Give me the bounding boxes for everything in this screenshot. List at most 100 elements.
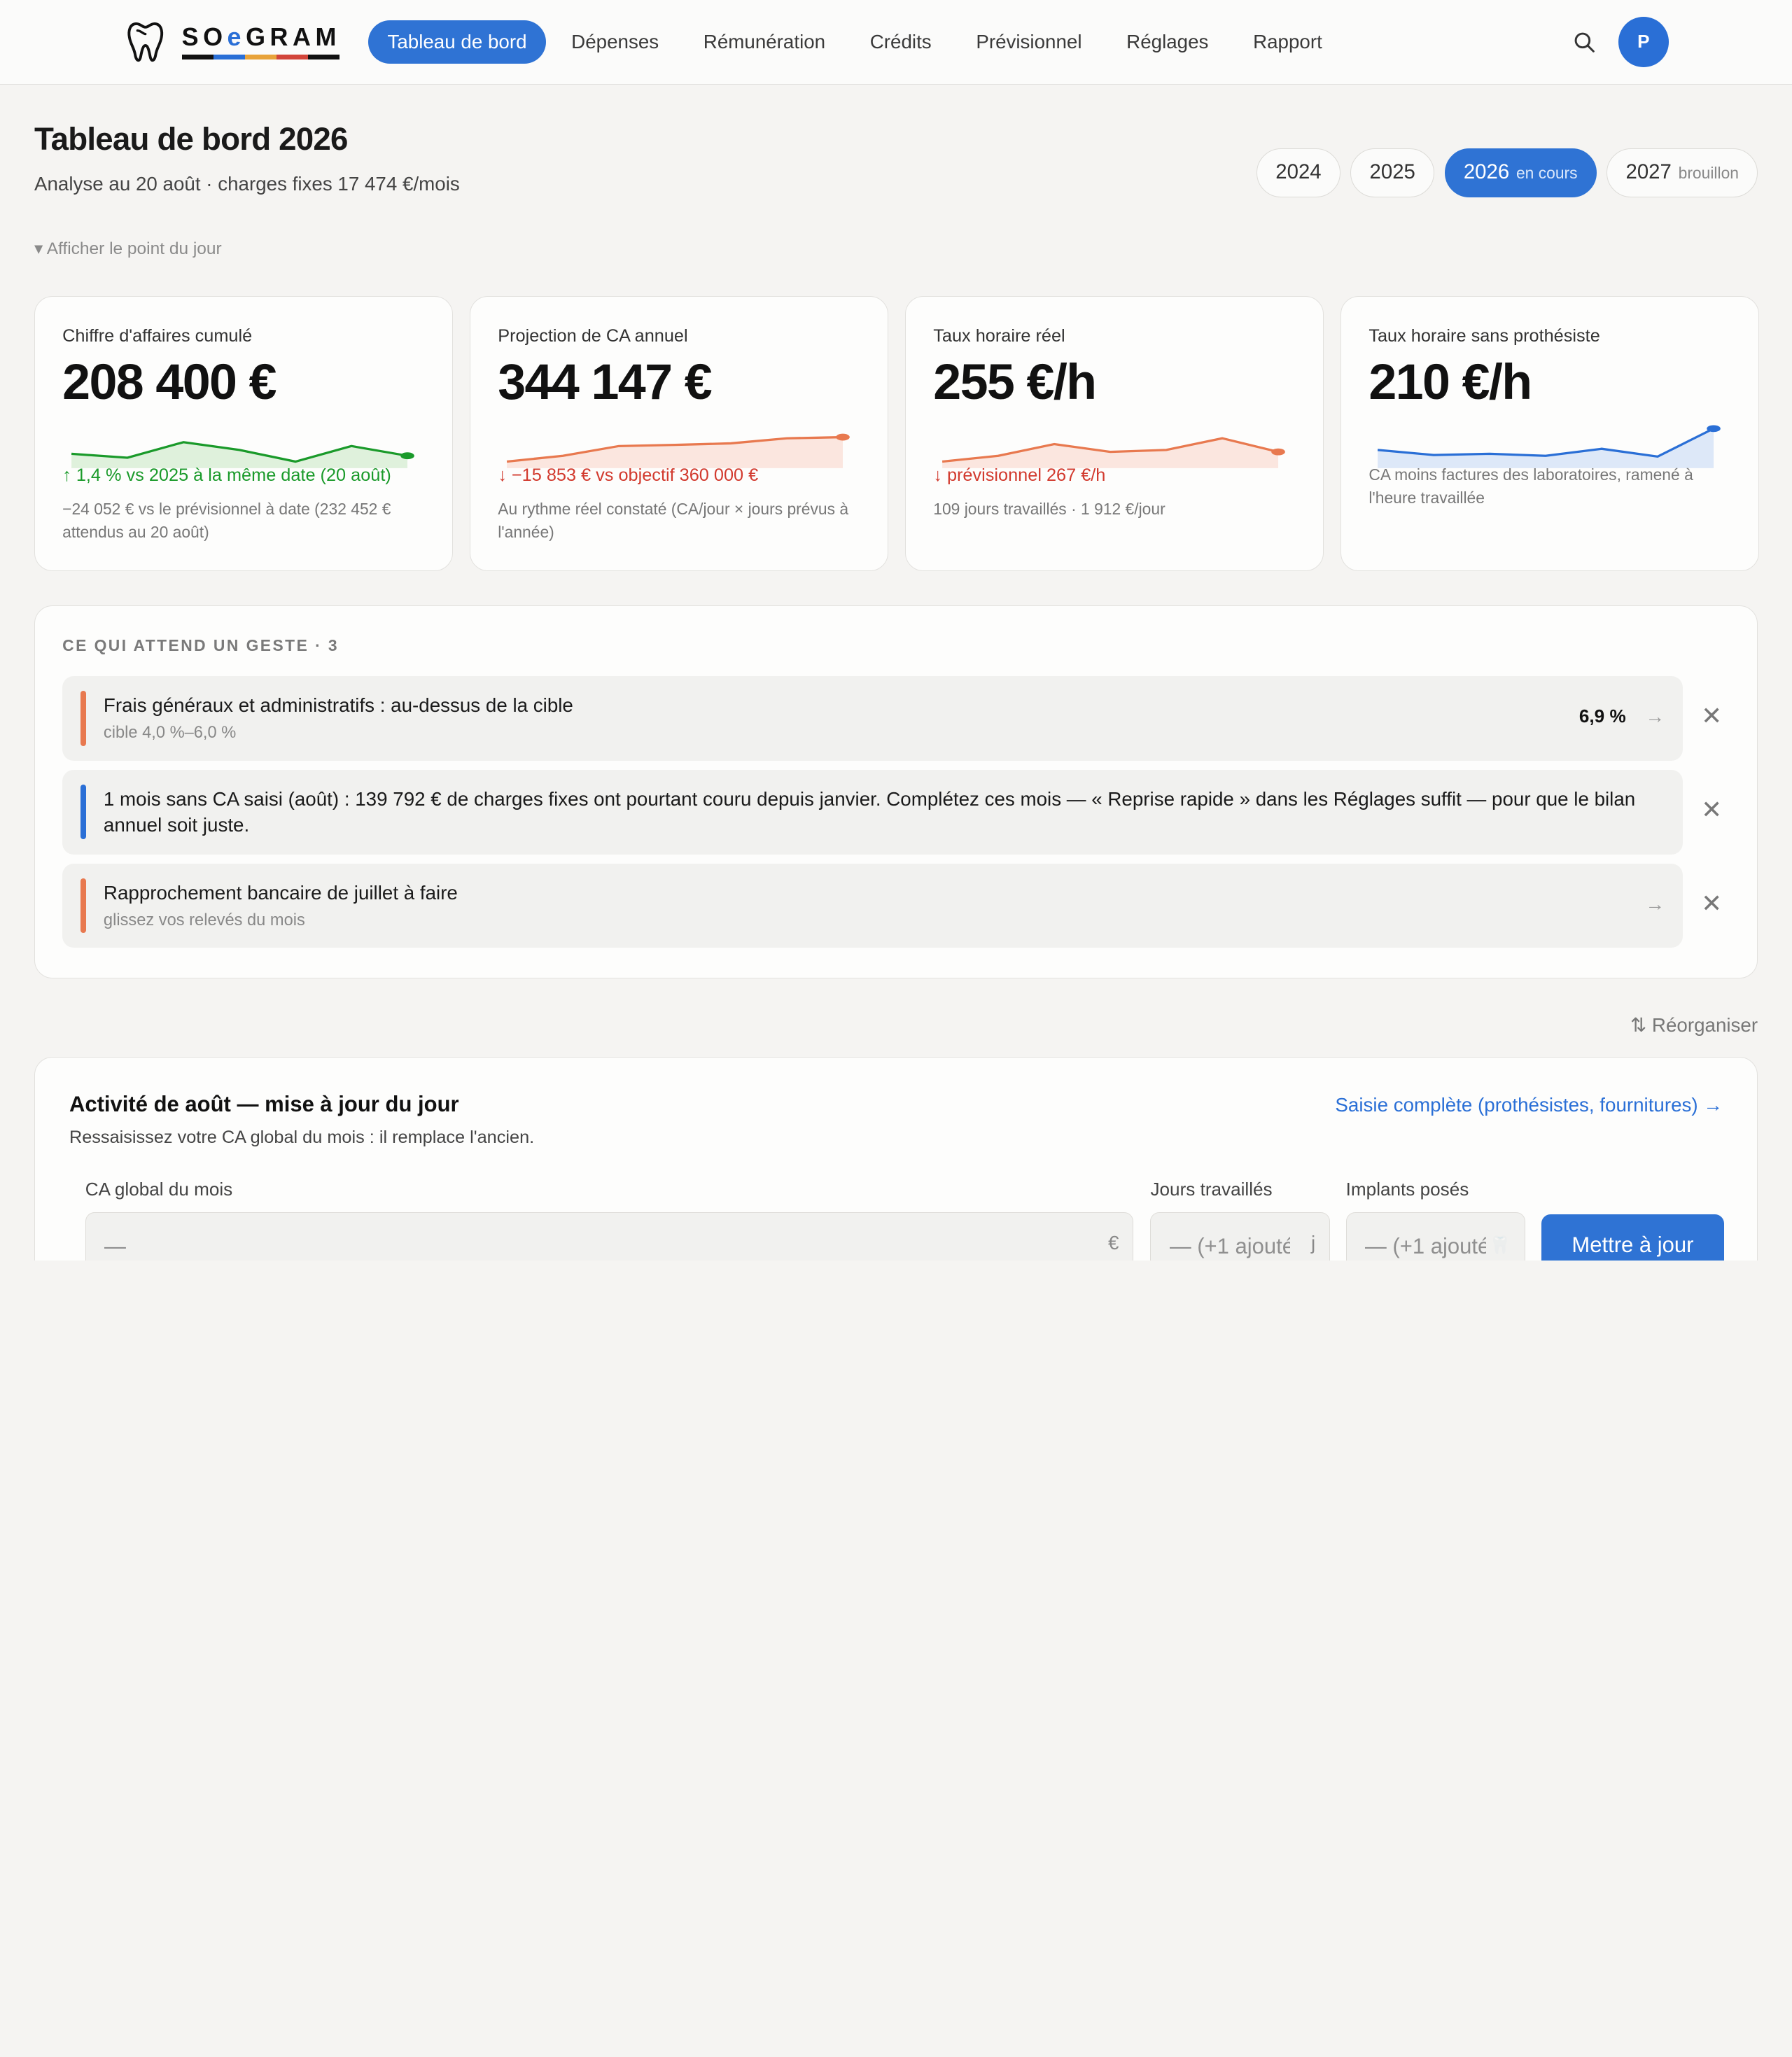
nav-item-4[interactable]: Prévisionnel [957, 20, 1102, 64]
kpi-label: Taux horaire réel [933, 326, 1065, 346]
user-avatar[interactable]: P [1618, 17, 1669, 68]
sparkline-end-point [400, 452, 414, 460]
year-selector: 2024 2025 2026 en cours 2027 brouillon [1246, 148, 1758, 198]
brand-bar-segment [213, 55, 245, 59]
dashboard-page: SOeGRAM Tableau de bord Dépenses Rémunérat… [0, 0, 1792, 1261]
year-tab-tag: brouillon [1678, 164, 1739, 183]
nav-item-0[interactable]: Tableau de bord [368, 20, 547, 64]
sparkline-line [1378, 427, 1715, 458]
ca-field-label: CA global du mois [85, 1179, 233, 1200]
action-item[interactable]: Rapprochement bancaire de juillet à fair… [62, 863, 1684, 948]
page-title: Tableau de bord 2026 [34, 121, 348, 157]
kpi-note: CA moins factures des laboratoires, rame… [1368, 465, 1693, 507]
kpi-label: Chiffre d'affaires cumulé [62, 326, 253, 346]
nav-item-5[interactable]: Réglages [1107, 20, 1228, 64]
nav-item-2[interactable]: Rémunération [684, 20, 845, 64]
sparkline-area [507, 437, 844, 468]
year-tab-label: 2024 [1275, 160, 1322, 184]
brand-color-bar [181, 55, 340, 59]
monthly-activity-card: Activité de août — mise à jour du jour R… [34, 1057, 1758, 1261]
brand-name: SOeGRAM [181, 22, 341, 51]
brand-wordmark[interactable]: SOeGRAM [181, 22, 341, 59]
kpi-value: 210 €/h [1368, 354, 1532, 411]
year-tab-2024[interactable]: 2024 [1256, 148, 1340, 198]
year-tab-label: 2026 [1463, 160, 1510, 184]
kpi-value: 255 €/h [933, 354, 1097, 411]
action-title: Frais généraux et administratifs : au-de… [103, 694, 573, 716]
reorganise-button[interactable]: ⇅ Réorganiser [1630, 1013, 1758, 1037]
year-tab-tag: en cours [1516, 164, 1578, 183]
activity-title: Activité de août — mise à jour du jour [69, 1092, 459, 1117]
year-tab-2027[interactable]: 2027 brouillon [1606, 148, 1758, 198]
sparkline-area [942, 438, 1279, 468]
kpi-card[interactable]: Taux horaire sans prothésiste 210 €/h CA m… [1340, 295, 1759, 572]
kpi-card[interactable]: Taux horaire réel 255 €/h ↓ prévisionnel 2… [905, 295, 1324, 572]
nav-item-3[interactable]: Crédits [850, 20, 951, 64]
kpi-value: 344 147 € [498, 354, 712, 411]
days-field-label: Jours travaillés [1150, 1179, 1273, 1200]
kpi-sparkline [71, 441, 414, 468]
euro-suffix: € [1107, 1232, 1119, 1254]
kpi-note: −24 052 € vs le prévisionnel à date (232… [62, 500, 391, 541]
kpi-note: 109 jours travaillés · 1 912 €/jour [933, 500, 1166, 519]
ca-input[interactable] [85, 1212, 1133, 1261]
update-button[interactable]: Mettre à jour [1541, 1214, 1725, 1261]
action-subtitle: cible 4,0 %–6,0 % [103, 724, 237, 743]
kpi-card[interactable]: Projection de CA annuel 344 147 € ↓ −15 85… [470, 295, 888, 572]
days-suffix: j [1311, 1232, 1316, 1254]
arrow-right-icon[interactable]: → [1645, 705, 1665, 728]
implants-field-label: Implants posés [1345, 1179, 1469, 1200]
kpi-delta: ↑ 1,4 % vs 2025 à la même date (20 août) [62, 465, 391, 486]
kpi-sparkline [507, 433, 850, 468]
kpi-sparkline [1378, 425, 1721, 468]
sparkline-end-point [836, 433, 850, 441]
kpi-label: Projection de CA annuel [498, 326, 688, 346]
show-day-summary-toggle[interactable]: ▾ Afficher le point du jour [34, 238, 222, 259]
nav-item-6[interactable]: Rapport [1233, 20, 1341, 64]
action-priority-stripe [80, 785, 87, 840]
brand-bar-segment [244, 55, 276, 59]
activity-subtitle: Ressaisissez votre CA global du mois : i… [69, 1127, 535, 1147]
dismiss-close-icon[interactable]: ✕ [1698, 889, 1726, 918]
ca-field: € [85, 1212, 1133, 1261]
tooth-logo-icon[interactable] [126, 20, 165, 64]
kpi-note: Au rythme réel constaté (CA/jour × jours… [498, 500, 849, 541]
dismiss-close-icon[interactable]: ✕ [1698, 795, 1726, 824]
action-title: 1 mois sans CA saisi (août) : 139 792 € … [103, 787, 1636, 836]
action-item[interactable]: Frais généraux et administratifs : au-de… [62, 675, 1684, 761]
tooth-icon: 🦷 [1489, 1235, 1511, 1255]
search-icon[interactable] [1573, 31, 1596, 54]
action-item[interactable]: 1 mois sans CA saisi (août) : 139 792 € … [62, 769, 1684, 855]
sparkline-end-point [1707, 425, 1721, 433]
pending-actions-panel: CE QUI ATTEND UN GESTE · 3 Frais générau… [34, 605, 1758, 978]
arrow-right-icon[interactable]: → [1645, 893, 1665, 915]
kpi-value: 208 400 € [62, 354, 276, 411]
action-metric: 6,9 % [1578, 705, 1626, 727]
pending-actions-heading: CE QUI ATTEND UN GESTE · 3 [62, 636, 340, 654]
kpi-label: Taux horaire sans prothésiste [1368, 326, 1600, 346]
action-title: Rapprochement bancaire de juillet à fair… [103, 881, 458, 904]
main-nav: Tableau de bord Dépenses Rémunération Crédi… [368, 20, 1348, 64]
kpi-sparkline [942, 437, 1286, 468]
page-subtitle: Analyse au 20 août · charges fixes 17 47… [34, 172, 460, 195]
top-navigation-bar: SOeGRAM Tableau de bord Dépenses Rémunérat… [0, 0, 1792, 85]
implants-field: 🦷 [1345, 1212, 1525, 1261]
days-input[interactable] [1151, 1212, 1329, 1261]
brand-bar-segment [181, 55, 214, 59]
kpi-card[interactable]: Chiffre d'affaires cumulé 208 400 € ↑ 1,4 … [34, 295, 453, 572]
dismiss-close-icon[interactable]: ✕ [1698, 701, 1726, 731]
action-priority-stripe [80, 691, 87, 746]
nav-item-1[interactable]: Dépenses [552, 20, 678, 64]
full-entry-link[interactable]: Saisie complète (prothésistes, fournitur… [1335, 1094, 1723, 1116]
year-tab-label: 2025 [1369, 160, 1415, 184]
action-subtitle: glissez vos relevés du mois [103, 911, 305, 930]
brand-bar-segment [307, 55, 340, 59]
kpi-delta: ↓ prévisionnel 267 €/h [933, 465, 1106, 486]
year-tab-2026[interactable]: 2026 en cours [1444, 148, 1597, 198]
year-tab-2025[interactable]: 2025 [1350, 148, 1435, 198]
sparkline-end-point [1271, 448, 1286, 456]
brand-bar-segment [276, 55, 308, 59]
days-field: j [1150, 1212, 1330, 1261]
year-tab-label: 2027 [1625, 160, 1672, 184]
kpi-delta: ↓ −15 853 € vs objectif 360 000 € [498, 465, 759, 486]
